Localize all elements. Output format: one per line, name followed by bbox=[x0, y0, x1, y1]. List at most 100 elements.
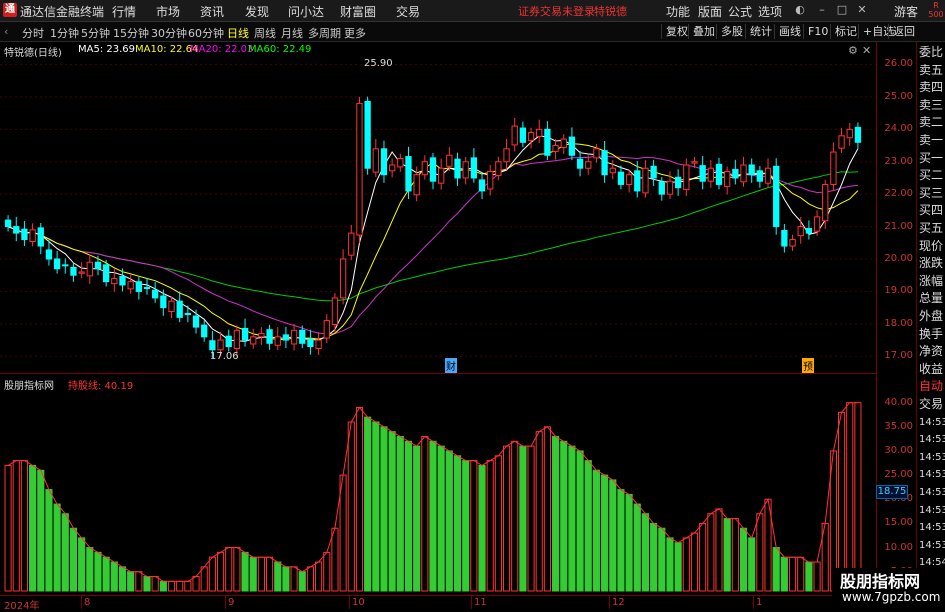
candle-body bbox=[315, 339, 322, 349]
candle-body bbox=[4, 219, 12, 228]
indicator-chart[interactable] bbox=[0, 375, 876, 595]
forecast-marker[interactable]: 预 bbox=[802, 358, 814, 373]
indicator-bar bbox=[609, 479, 617, 592]
guest-label[interactable]: 游客 bbox=[894, 3, 918, 20]
quote-panel-item[interactable]: 卖二 bbox=[919, 114, 943, 131]
indicator-bar bbox=[388, 431, 396, 592]
candle-body bbox=[822, 183, 829, 222]
indicator-bar bbox=[445, 450, 453, 592]
quote-panel-item[interactable]: 卖三 bbox=[919, 97, 943, 114]
menu-function[interactable]: 功能 bbox=[666, 3, 690, 20]
quote-panel-item[interactable]: 买一 bbox=[919, 150, 943, 167]
candle-body bbox=[846, 128, 853, 139]
quote-panel-item[interactable]: 14:53 bbox=[919, 519, 945, 536]
period-1min[interactable]: 1分钟 bbox=[50, 25, 79, 41]
price-tick: 19.00 bbox=[884, 285, 913, 297]
btn-draw[interactable]: 画线 bbox=[774, 24, 805, 39]
quote-panel-item[interactable]: 现价 bbox=[919, 238, 943, 255]
quote-panel-item[interactable]: 自动 bbox=[919, 378, 943, 395]
candle-body bbox=[176, 300, 183, 318]
candle-body bbox=[576, 158, 584, 169]
toolbar-nav-icon[interactable]: ‹ bbox=[4, 25, 8, 38]
quote-panel-item[interactable]: 交易 bbox=[919, 396, 943, 413]
menu-options[interactable]: 选项 bbox=[758, 3, 782, 20]
menu-news[interactable]: 资讯 bbox=[200, 3, 224, 20]
btn-f10[interactable]: F10 bbox=[803, 24, 832, 39]
financial-marker[interactable]: 财 bbox=[445, 358, 457, 373]
candle-body bbox=[642, 167, 649, 194]
quote-panel-item[interactable]: 买五 bbox=[919, 220, 943, 237]
menu-quotes[interactable]: 行情 bbox=[112, 3, 136, 20]
indicator-bar bbox=[576, 450, 584, 592]
period-daily[interactable]: 日线 bbox=[227, 25, 249, 41]
login-notice[interactable]: 证券交易未登录 bbox=[518, 3, 595, 19]
indicator-bar bbox=[682, 537, 690, 592]
indicator-bar bbox=[225, 547, 233, 592]
skin-icon[interactable]: ◐ bbox=[792, 2, 808, 18]
btn-multi-stock[interactable]: 多股 bbox=[716, 24, 747, 39]
quote-panel-item[interactable]: 14:53 bbox=[919, 466, 945, 483]
quote-panel-item[interactable]: 卖四 bbox=[919, 79, 943, 96]
period-30min[interactable]: 30分钟 bbox=[151, 25, 187, 41]
maximize-icon[interactable]: □ bbox=[834, 2, 850, 18]
quote-panel-item[interactable]: 总量 bbox=[919, 290, 943, 307]
quote-panel-item[interactable]: 收益 bbox=[919, 361, 943, 378]
period-60min[interactable]: 60分钟 bbox=[188, 25, 224, 41]
menu-wealth[interactable]: 财富圈 bbox=[340, 3, 376, 20]
price-tick: 21.00 bbox=[884, 220, 913, 232]
stock-link[interactable]: 特锐德 bbox=[594, 3, 627, 19]
close-icon[interactable]: ✕ bbox=[854, 2, 870, 18]
indicator-bar bbox=[118, 566, 127, 592]
quote-panel-item[interactable]: 14:53 bbox=[919, 502, 945, 519]
period-tick[interactable]: 分时 bbox=[22, 25, 44, 41]
quote-panel-item[interactable]: 净资 bbox=[919, 343, 943, 360]
period-weekly[interactable]: 周线 bbox=[254, 25, 276, 41]
quote-panel-item[interactable]: 涨幅 bbox=[919, 273, 943, 290]
quote-panel-item[interactable]: 买四 bbox=[919, 202, 943, 219]
quote-panel-item[interactable]: 换手 bbox=[919, 326, 943, 343]
candle-body bbox=[438, 167, 445, 184]
period-multi[interactable]: 多周期 bbox=[308, 25, 341, 41]
quote-panel-item[interactable]: 14:53 bbox=[919, 414, 945, 431]
btn-stats[interactable]: 统计 bbox=[745, 24, 776, 39]
quote-panel-item[interactable]: 14:53 bbox=[919, 484, 945, 501]
candle-body bbox=[266, 329, 273, 344]
candle-body bbox=[715, 163, 723, 185]
quote-panel-item[interactable]: 外盘 bbox=[919, 308, 943, 325]
candle-body bbox=[86, 261, 93, 277]
quote-panel-item[interactable]: 委比 bbox=[919, 44, 943, 61]
indicator-bar bbox=[690, 532, 699, 592]
period-15min[interactable]: 15分钟 bbox=[113, 25, 149, 41]
minimize-icon[interactable]: – bbox=[814, 2, 830, 18]
quote-panel-item[interactable]: 14:53 bbox=[919, 537, 945, 554]
quote-panel-item[interactable]: 卖五 bbox=[919, 62, 943, 79]
date-separator bbox=[753, 596, 754, 609]
menu-trade[interactable]: 交易 bbox=[396, 3, 420, 20]
period-more[interactable]: 更多 bbox=[344, 25, 366, 41]
quote-panel-item[interactable]: 涨跌 bbox=[919, 255, 943, 272]
candle-body bbox=[184, 312, 192, 315]
menu-layout[interactable]: 版面 bbox=[698, 3, 722, 20]
candle-body bbox=[29, 229, 36, 243]
period-5min[interactable]: 5分钟 bbox=[81, 25, 110, 41]
menu-formula[interactable]: 公式 bbox=[728, 3, 752, 20]
quote-panel-item[interactable]: 买三 bbox=[919, 185, 943, 202]
menu-ask[interactable]: 问小达 bbox=[288, 3, 324, 20]
panel-close-icon[interactable]: ✕ bbox=[862, 44, 871, 57]
candle-body bbox=[348, 232, 355, 256]
quote-panel-item[interactable]: 卖一 bbox=[919, 132, 943, 149]
indicator-bar bbox=[601, 474, 609, 592]
settings-icon[interactable]: ⚙ bbox=[848, 44, 858, 57]
menu-market[interactable]: 市场 bbox=[156, 3, 180, 20]
btn-overlay[interactable]: 叠加 bbox=[688, 24, 719, 39]
quote-panel-item[interactable]: 买二 bbox=[919, 167, 943, 184]
candlestick-chart[interactable] bbox=[0, 42, 876, 372]
period-monthly[interactable]: 月线 bbox=[281, 25, 303, 41]
quote-panel-item[interactable]: 14:53 bbox=[919, 431, 945, 448]
btn-back[interactable]: 返回 bbox=[888, 24, 919, 39]
btn-mark[interactable]: 标记 bbox=[830, 24, 861, 39]
indicator-bar bbox=[519, 445, 527, 592]
indicator-bar bbox=[143, 576, 151, 592]
quote-panel-item[interactable]: 14:53 bbox=[919, 449, 945, 466]
menu-discover[interactable]: 发现 bbox=[245, 3, 269, 20]
